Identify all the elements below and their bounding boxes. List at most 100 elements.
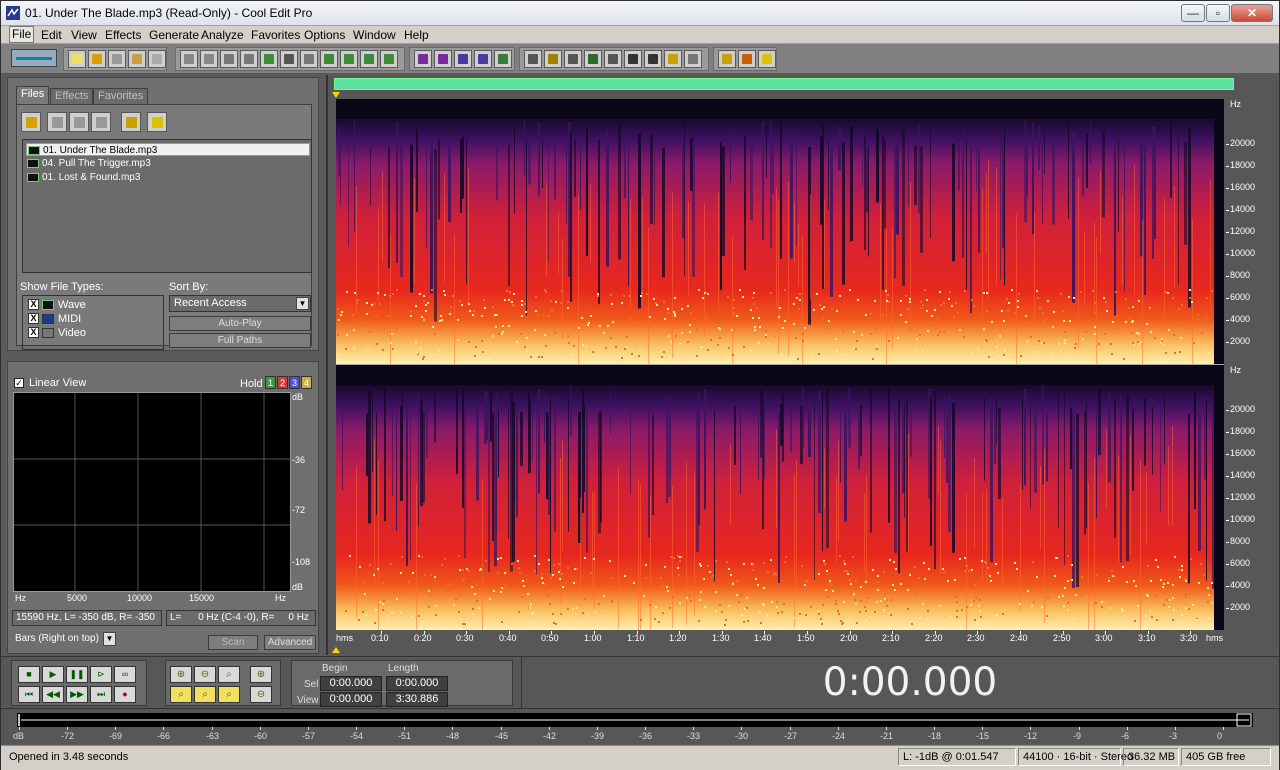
menu-view[interactable]: View xyxy=(71,28,97,42)
spectral-view-icon[interactable] xyxy=(434,50,452,68)
view-begin-field[interactable]: 0:00.000 xyxy=(320,692,382,707)
settings-icon[interactable] xyxy=(718,50,736,68)
right-channel-icon[interactable] xyxy=(474,50,492,68)
overview-bar[interactable] xyxy=(334,78,1234,90)
go-to-start-button[interactable]: ⏮ xyxy=(18,686,40,703)
help-icon[interactable] xyxy=(147,112,167,132)
insert-icon[interactable] xyxy=(69,112,89,132)
status-bar-icon[interactable] xyxy=(684,50,702,68)
cursor-marker-bottom[interactable] xyxy=(332,647,340,653)
display-mode-select[interactable]: Bars (Right on top) ▼ xyxy=(12,632,116,647)
close-file-icon[interactable] xyxy=(148,50,166,68)
zoom-to-left-icon[interactable]: ⌕ xyxy=(170,686,192,703)
go-to-end-button[interactable]: ⏭ xyxy=(90,686,112,703)
help-icon[interactable] xyxy=(758,50,776,68)
view-length-field[interactable]: 3:30.886 xyxy=(386,692,448,707)
paste-new-icon[interactable] xyxy=(320,50,338,68)
transport-window-icon[interactable] xyxy=(584,50,602,68)
zoom-out-icon[interactable]: ⊖ xyxy=(194,666,216,683)
trim-icon[interactable] xyxy=(360,50,378,68)
level-meter-icon[interactable] xyxy=(664,50,682,68)
edit-icon[interactable] xyxy=(91,112,111,132)
play-button[interactable]: ▶ xyxy=(42,666,64,683)
new-file-icon[interactable] xyxy=(68,50,86,68)
file-item[interactable]: 01. Lost & Found.mp3 xyxy=(26,171,310,184)
tab-files[interactable]: Files xyxy=(16,86,50,104)
time-window-icon[interactable] xyxy=(624,50,642,68)
time-ruler[interactable]: hms 0:10 0:20 0:30 0:40 0:50 1:00 1:10 1:20 1:30 1… xyxy=(336,631,1280,647)
close-file-icon[interactable] xyxy=(47,112,67,132)
file-item[interactable]: 01. Under The Blade.mp3 xyxy=(26,143,310,156)
spectral-view[interactable]: Hz 20000 18000 16000 14000 12000 10000 8000 6000… xyxy=(326,75,1279,655)
hold-button-4[interactable]: 4 xyxy=(301,376,312,389)
zoom-selection-icon[interactable]: ⌕ xyxy=(218,686,240,703)
hold-button-1[interactable]: 1 xyxy=(265,376,276,389)
cut-icon[interactable] xyxy=(280,50,298,68)
open-file-icon[interactable] xyxy=(88,50,106,68)
file-item[interactable]: 04. Pull The Trigger.mp3 xyxy=(26,157,310,170)
hold-button-2[interactable]: 2 xyxy=(277,376,288,389)
tab-effects[interactable]: Effects xyxy=(50,88,94,104)
waveform-view-icon[interactable] xyxy=(414,50,432,68)
open-file-icon[interactable] xyxy=(21,112,41,132)
loop-button[interactable]: ∞ xyxy=(114,666,136,683)
mix-paste-icon[interactable] xyxy=(340,50,358,68)
menu-window[interactable]: Window xyxy=(353,28,396,42)
organizer-window-icon[interactable] xyxy=(524,50,542,68)
chevron-down-icon[interactable]: ▼ xyxy=(296,297,309,310)
file-type-midi[interactable]: X MIDI xyxy=(28,313,81,326)
settings-icon[interactable] xyxy=(121,112,141,132)
rewind-button[interactable]: ◀◀ xyxy=(42,686,64,703)
chevron-down-icon[interactable]: ▼ xyxy=(103,632,116,646)
silence-icon[interactable] xyxy=(380,50,398,68)
menu-generate[interactable]: Generate xyxy=(149,28,199,42)
menu-options[interactable]: Options xyxy=(304,28,345,42)
zoom-full-icon[interactable]: ⌕ xyxy=(218,666,240,683)
save-icon[interactable] xyxy=(108,50,126,68)
copy-icon[interactable] xyxy=(260,50,278,68)
menu-file[interactable]: File xyxy=(9,26,35,43)
menu-analyze[interactable]: Analyze xyxy=(201,28,244,42)
pause-button[interactable]: ❚❚ xyxy=(66,666,88,683)
close-button[interactable]: ✕ xyxy=(1231,4,1273,22)
zoom-in-vertical-icon[interactable]: ⊕ xyxy=(250,666,272,683)
left-channel-spectrogram[interactable] xyxy=(336,99,1224,364)
menu-edit[interactable]: Edit xyxy=(41,28,62,42)
auto-play-button[interactable]: Auto-Play xyxy=(169,316,311,331)
zoom-window-icon[interactable] xyxy=(604,50,622,68)
zoom-out-vertical-icon[interactable]: ⊖ xyxy=(250,686,272,703)
redo-icon[interactable] xyxy=(200,50,218,68)
wave-checkbox[interactable]: X xyxy=(28,299,39,310)
save-all-icon[interactable] xyxy=(128,50,146,68)
file-type-wave[interactable]: X Wave xyxy=(28,299,86,312)
cue-list-icon[interactable] xyxy=(564,50,582,68)
repeat-icon[interactable] xyxy=(220,50,238,68)
menu-favorites[interactable]: Favorites xyxy=(251,28,300,42)
left-channel-icon[interactable] xyxy=(454,50,472,68)
selection-window-icon[interactable] xyxy=(644,50,662,68)
record-button[interactable]: ● xyxy=(114,686,136,703)
midi-checkbox[interactable]: X xyxy=(28,313,39,324)
menu-effects[interactable]: Effects xyxy=(105,28,141,42)
stop-button[interactable]: ■ xyxy=(18,666,40,683)
linear-view-checkbox[interactable]: ✓ xyxy=(14,378,24,388)
sort-by-select[interactable]: Recent Access ▼ xyxy=(169,295,311,312)
tab-favorites[interactable]: Favorites xyxy=(93,88,149,104)
right-channel-spectrogram[interactable] xyxy=(336,365,1224,630)
zoom-to-right-icon[interactable]: ⌕ xyxy=(194,686,216,703)
selection-length-field[interactable]: 0:00.000 xyxy=(386,676,448,691)
selection-begin-field[interactable]: 0:00.000 xyxy=(320,676,382,691)
copy-new-icon[interactable] xyxy=(240,50,258,68)
play-to-end-button[interactable]: ⊳ xyxy=(90,666,112,683)
fast-forward-button[interactable]: ▶▶ xyxy=(66,686,88,703)
advanced-button[interactable]: Advanced xyxy=(264,635,316,650)
hold-button-3[interactable]: 3 xyxy=(289,376,300,389)
undo-icon[interactable] xyxy=(180,50,198,68)
minimize-button[interactable]: — xyxy=(1181,4,1205,22)
zoom-in-icon[interactable]: ⊕ xyxy=(170,666,192,683)
paste-icon[interactable] xyxy=(300,50,318,68)
effects-window-icon[interactable] xyxy=(544,50,562,68)
file-type-video[interactable]: X Video xyxy=(28,327,86,340)
cursor-marker-top[interactable] xyxy=(332,92,340,98)
maximize-button[interactable]: ▫ xyxy=(1206,4,1230,22)
